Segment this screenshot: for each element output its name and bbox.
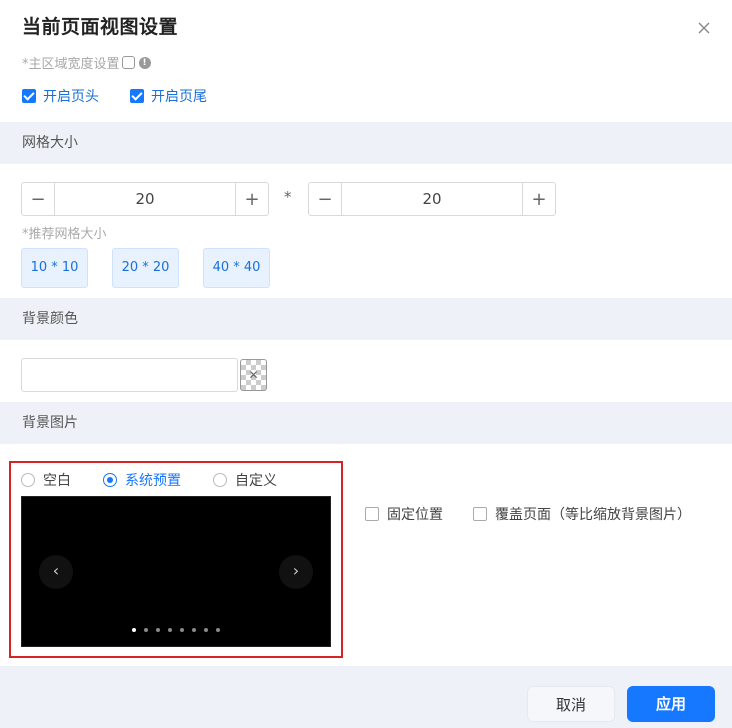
carousel-dot[interactable] [216,628,220,632]
grid-width-increase-button[interactable]: + [235,183,268,215]
close-icon [698,22,710,34]
grid-height-increase-button[interactable]: + [522,183,555,215]
carousel-prev-button[interactable]: ‹ [39,555,73,589]
background-image-section-header: 背景图片 [0,402,732,444]
carousel-dots [132,628,228,632]
grid-preset-40[interactable]: 40 * 40 [203,248,270,288]
radio-label-system-preset: 系统预置 [125,473,181,489]
show-header-checkbox[interactable]: 开启页头 [22,86,99,106]
carousel-dot[interactable] [204,628,208,632]
grid-width-value[interactable]: 20 [55,183,235,215]
background-color-input[interactable] [21,358,238,392]
radio-label-blank: 空白 [43,473,71,489]
carousel-next-button[interactable]: › [279,555,313,589]
checkmark-icon [130,89,144,103]
radio-icon [21,473,35,487]
close-button[interactable] [694,18,714,38]
cover-page-checkbox[interactable]: 覆盖页面（等比缩放背景图片） [473,504,691,524]
main-width-checkbox[interactable] [121,56,135,69]
cancel-button[interactable]: 取消 [527,686,615,722]
carousel-dot[interactable] [156,628,160,632]
radio-icon [213,473,227,487]
radio-option-blank[interactable]: 空白 [21,470,71,490]
recommended-grid-label: *推荐网格大小 [22,227,107,242]
grid-width-stepper[interactable]: − 20 + [21,182,269,216]
grid-size-section-header: 网格大小 [0,122,732,164]
show-footer-label: 开启页尾 [151,89,207,105]
grid-height-stepper[interactable]: − 20 + [308,182,556,216]
apply-button[interactable]: 应用 [627,686,715,722]
cover-page-label: 覆盖页面（等比缩放背景图片） [495,507,691,523]
radio-selected-icon [103,473,117,487]
clear-color-icon: ✕ [248,368,259,382]
grid-height-value[interactable]: 20 [342,183,522,215]
fixed-position-checkbox[interactable]: 固定位置 [365,504,443,524]
show-header-label: 开启页头 [43,89,99,105]
checkbox-icon [365,507,379,521]
grid-preset-20[interactable]: 20 * 20 [112,248,179,288]
dialog-title: 当前页面视图设置 [22,16,179,38]
radio-option-custom[interactable]: 自定义 [213,470,277,490]
grid-height-decrease-button[interactable]: − [309,183,342,215]
fixed-position-label: 固定位置 [387,507,443,523]
grid-preset-10[interactable]: 10 * 10 [21,248,88,288]
show-footer-checkbox[interactable]: 开启页尾 [130,86,207,106]
background-color-section-header: 背景颜色 [0,298,732,340]
checkmark-icon [22,89,36,103]
checkbox-icon [473,507,487,521]
background-image-carousel[interactable]: ‹ › [21,496,331,647]
main-width-label: *主区域宽度设置 [22,57,120,72]
carousel-dot[interactable] [192,628,196,632]
carousel-dot[interactable] [180,628,184,632]
grid-width-decrease-button[interactable]: − [22,183,55,215]
carousel-dot[interactable] [168,628,172,632]
dialog-footer [0,666,732,728]
radio-label-custom: 自定义 [235,473,277,489]
carousel-dot[interactable] [132,628,136,632]
color-picker-swatch[interactable]: ✕ [240,359,267,391]
carousel-dot[interactable] [144,628,148,632]
main-width-setting: *主区域宽度设置 ! [22,53,151,72]
radio-option-system-preset[interactable]: 系统预置 [103,470,181,490]
info-icon[interactable]: ! [138,56,151,69]
grid-size-separator: * [284,188,292,206]
